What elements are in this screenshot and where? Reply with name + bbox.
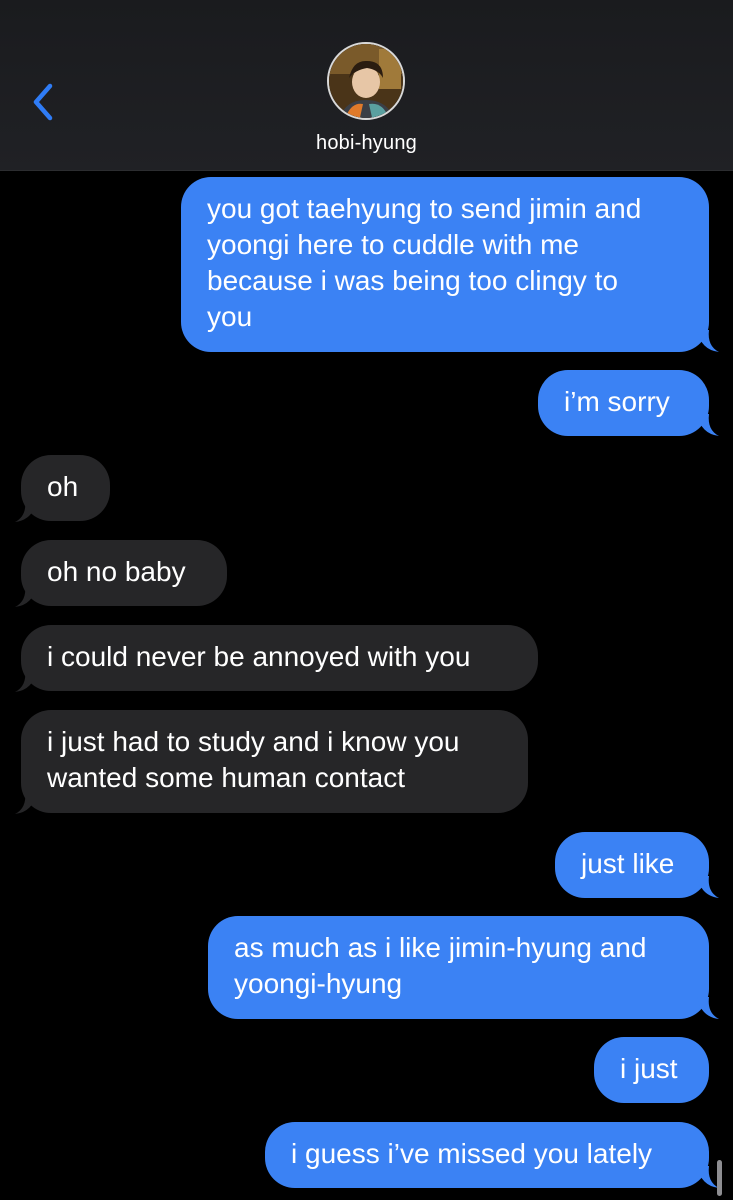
- bubble-tail: [15, 792, 37, 814]
- bubble-tail: [15, 585, 37, 607]
- message-bubble-received[interactable]: oh no baby: [21, 540, 227, 606]
- message-line: yoongi here to cuddle with me: [207, 229, 579, 260]
- message-bubble-sent[interactable]: i guess i’ve missed you lately: [265, 1122, 709, 1188]
- back-button[interactable]: [26, 78, 66, 126]
- message-bubble-sent[interactable]: you got taehyung to send jimin and yoong…: [181, 177, 709, 352]
- scroll-indicator[interactable]: [717, 1160, 722, 1196]
- message-line: yoongi-hyung: [234, 968, 403, 999]
- bubble-tail: [697, 876, 719, 898]
- message-bubble-sent[interactable]: just like: [555, 832, 709, 898]
- message-line: as much as i like jimin-hyung and: [234, 932, 647, 963]
- message-line: i’m sorry: [564, 386, 670, 417]
- message-line: you got taehyung to send jimin and: [207, 193, 642, 224]
- message-bubble-sent[interactable]: i’m sorry: [538, 370, 709, 436]
- message-line: you: [207, 301, 253, 332]
- avatar-photo: [329, 44, 403, 118]
- bubble-tail: [697, 414, 719, 436]
- message-bubble-received[interactable]: i just had to study and i know you wante…: [21, 710, 528, 813]
- conversation-header: hobi-hyung: [0, 0, 733, 171]
- chevron-left-icon: [33, 83, 53, 121]
- bubble-tail: [697, 330, 719, 352]
- message-line: because i was being too clingy to: [207, 265, 618, 296]
- message-line: i could never be annoyed with you: [47, 641, 471, 672]
- message-bubble-received[interactable]: i could never be annoyed with you: [21, 625, 538, 691]
- message-bubble-sent[interactable]: i just: [594, 1037, 709, 1103]
- message-line: i guess i’ve missed you lately: [291, 1138, 653, 1169]
- message-line: just like: [581, 848, 675, 879]
- message-line: i just had to study and i know you: [47, 726, 460, 757]
- bubble-tail: [15, 670, 37, 692]
- message-line: i just: [620, 1053, 678, 1084]
- contact-name[interactable]: hobi-hyung: [0, 132, 733, 155]
- message-line: oh no baby: [47, 556, 186, 587]
- bubble-tail: [15, 500, 37, 522]
- bubble-tail: [697, 997, 719, 1019]
- message-line: oh: [47, 471, 79, 502]
- contact-avatar[interactable]: [327, 42, 405, 120]
- message-line: wanted some human contact: [47, 762, 405, 793]
- message-bubble-sent[interactable]: as much as i like jimin-hyung and yoongi…: [208, 916, 709, 1019]
